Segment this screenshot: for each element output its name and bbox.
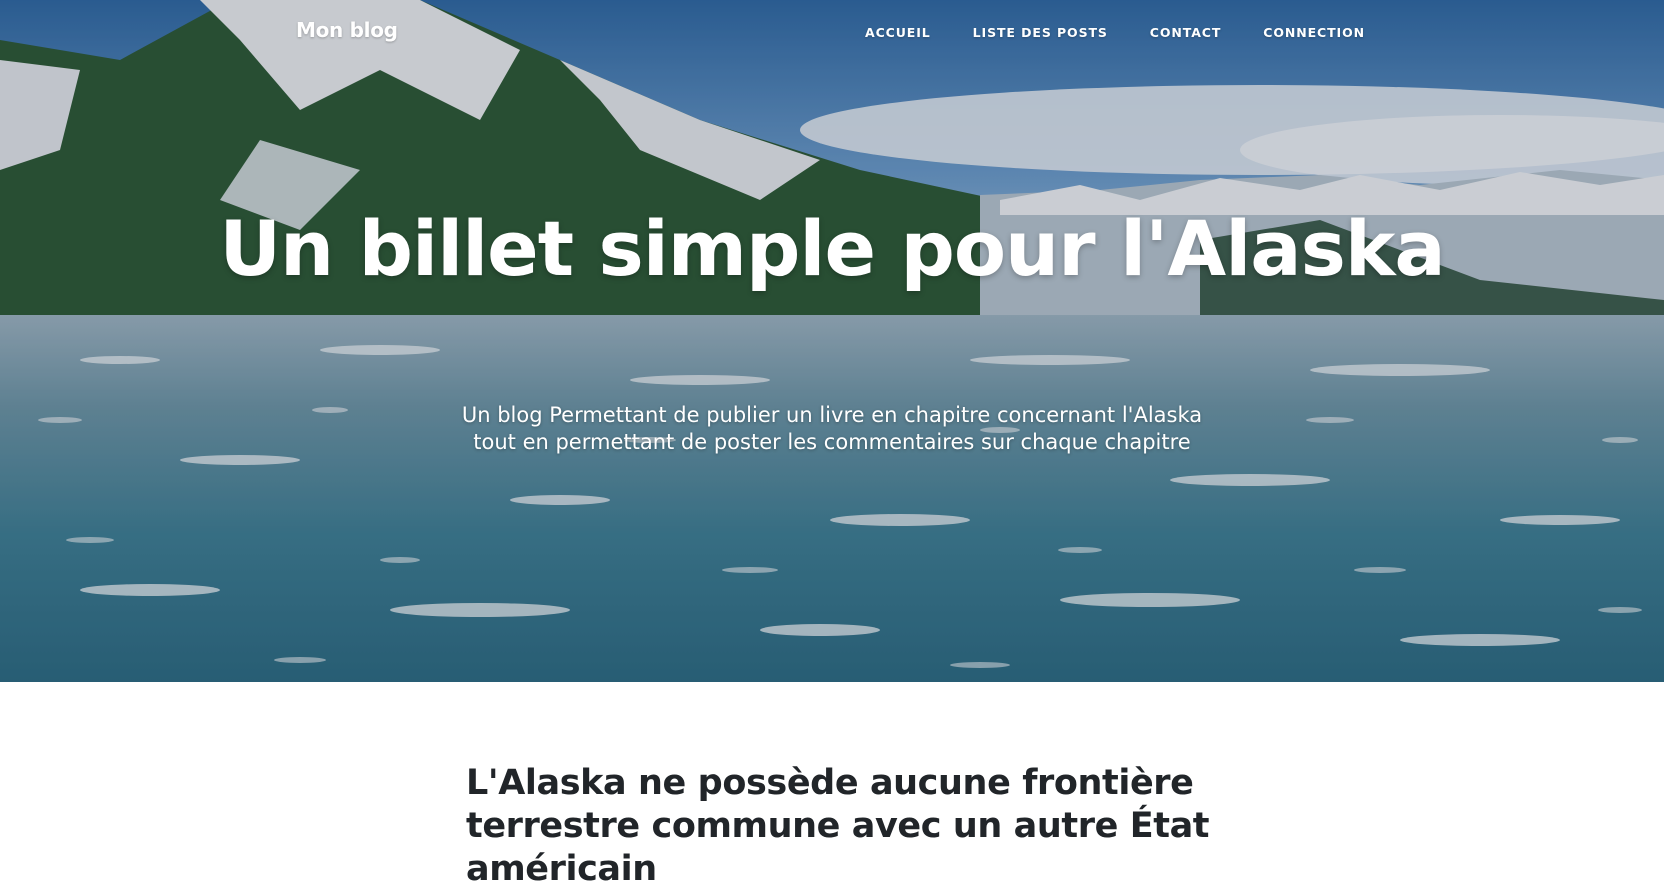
hero-heading: Un billet simple pour l'Alaska [219, 204, 1445, 293]
hero-overlay [0, 0, 1664, 682]
nav-link-contact[interactable]: CONTACT [1150, 25, 1222, 40]
brand-logo-link[interactable]: Mon blog [296, 18, 398, 42]
main-content: L'Alaska ne possède aucune frontière ter… [466, 762, 1226, 891]
hero-header: Mon blog ACCUEIL LISTE DES POSTS CONTACT… [0, 0, 1664, 682]
post-title-link[interactable]: L'Alaska ne possède aucune frontière ter… [466, 762, 1226, 891]
main-navbar: Mon blog ACCUEIL LISTE DES POSTS CONTACT… [0, 0, 1664, 66]
hero-subheading: Un blog Permettant de publier un livre e… [461, 403, 1203, 454]
post-preview: L'Alaska ne possède aucune frontière ter… [466, 762, 1226, 891]
nav-link-accueil[interactable]: ACCUEIL [865, 25, 931, 40]
nav-links: ACCUEIL LISTE DES POSTS CONTACT CONNECTI… [823, 25, 1365, 40]
nav-link-connection[interactable]: CONNECTION [1263, 25, 1365, 40]
nav-link-liste-des-posts[interactable]: LISTE DES POSTS [973, 25, 1108, 40]
